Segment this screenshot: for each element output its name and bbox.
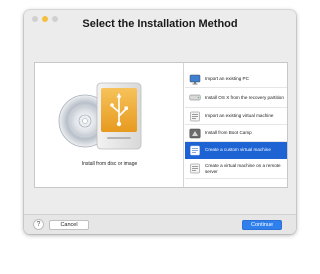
boot-camp-icon (189, 128, 201, 139)
installer-window: Select the Installation Method Install f… (24, 10, 296, 234)
footer-bar: ? Cancel Continue (24, 214, 296, 234)
option-install-osx-recovery[interactable]: Install OS X from the recovery partition (185, 88, 287, 108)
remote-server-icon (189, 163, 201, 174)
option-label: Create a custom virtual machine (205, 147, 271, 153)
option-create-remote-vm[interactable]: Create a virtual machine on a remote ser… (185, 159, 287, 179)
recovery-drive-icon (189, 92, 201, 103)
installation-options-list: Import an existing PC Install OS X from … (185, 71, 287, 179)
installation-method-panel: Install from disc or image Import an exi… (34, 62, 288, 188)
option-label: Install OS X from the recovery partition (205, 94, 284, 100)
option-label: Install from Boot Camp (205, 130, 252, 136)
option-import-existing-pc[interactable]: Import an existing PC (185, 71, 287, 88)
help-button[interactable]: ? (33, 219, 44, 230)
option-import-existing-vm[interactable]: Import an existing virtual machine (185, 108, 287, 125)
install-from-disc-option[interactable]: Install from disc or image (35, 63, 184, 187)
cancel-button[interactable]: Cancel (49, 220, 89, 230)
option-label: Create a virtual machine on a remote ser… (205, 162, 281, 174)
custom-vm-icon (189, 145, 201, 156)
disc-and-drive-icon (58, 82, 142, 150)
option-label: Import an existing PC (205, 76, 249, 82)
option-label: Import an existing virtual machine (205, 113, 274, 119)
pc-monitor-icon (189, 74, 201, 85)
option-install-boot-camp[interactable]: Install from Boot Camp (185, 125, 287, 142)
option-create-custom-vm[interactable]: Create a custom virtual machine (185, 142, 287, 159)
window-title: Select the Installation Method (82, 18, 238, 30)
install-from-disc-label: Install from disc or image (81, 161, 138, 167)
continue-button[interactable]: Continue (242, 220, 282, 230)
virtual-machine-icon (189, 111, 201, 122)
